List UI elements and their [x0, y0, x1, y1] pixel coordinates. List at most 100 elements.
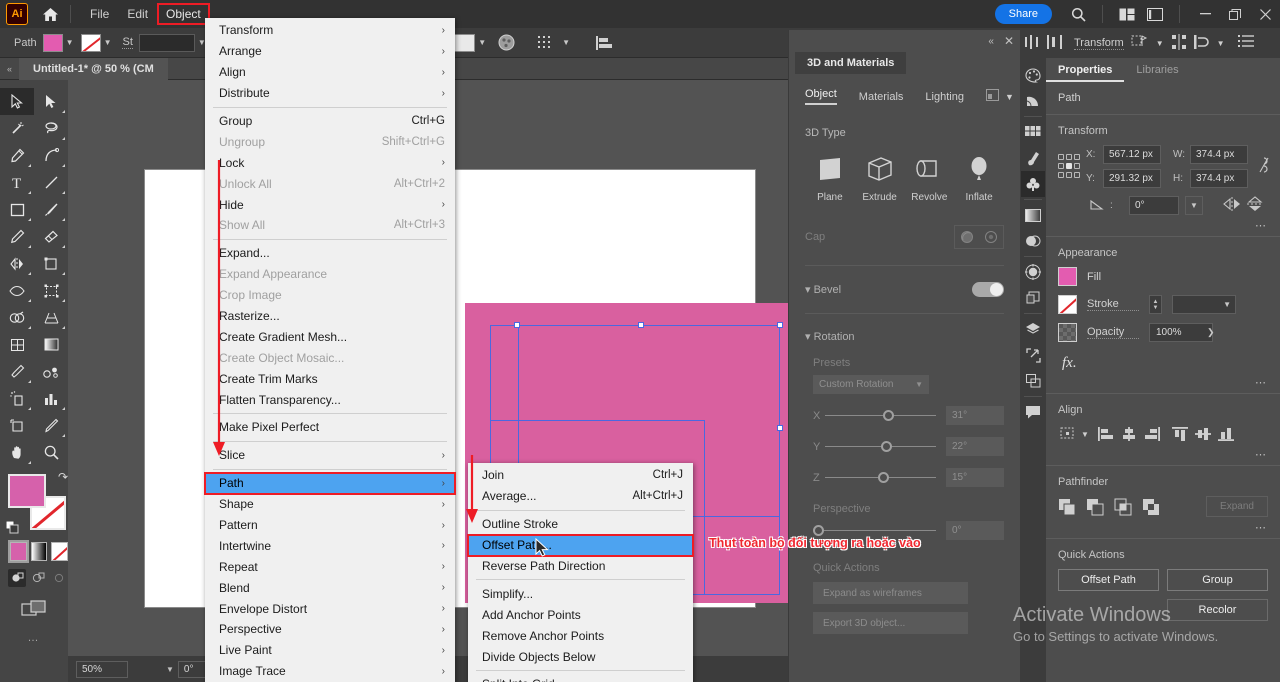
align-icon[interactable] [591, 36, 617, 50]
magic-wand-tool[interactable] [0, 115, 34, 142]
arrange-chevron-down-icon[interactable]: ▼ [1217, 39, 1225, 48]
pencil-tool[interactable] [0, 223, 34, 250]
object-menu-item-create-trim-marks[interactable]: Create Trim Marks [205, 368, 455, 389]
fx-button[interactable]: fx. [1058, 351, 1268, 372]
perspective-slider[interactable] [813, 530, 936, 531]
artboards-panel-icon[interactable] [1021, 368, 1045, 394]
object-menu-item-make-pixel-perfect[interactable]: Make Pixel Perfect [205, 417, 455, 438]
panel-menu-chevron-down-icon[interactable]: ▼ [1005, 92, 1014, 102]
rotation-z-value[interactable]: 15° [946, 468, 1004, 487]
y-field[interactable]: 291.32 px [1103, 169, 1161, 188]
layers-panel-icon[interactable] [1021, 316, 1045, 342]
subtab-object[interactable]: Object [805, 88, 837, 105]
perspective-value[interactable]: 0° [946, 521, 1004, 540]
tab-libraries[interactable]: Libraries [1124, 58, 1190, 82]
align-center-vertical-icon[interactable] [1193, 424, 1213, 444]
x-field[interactable]: 567.12 px [1103, 145, 1161, 164]
blend-tool[interactable] [34, 358, 68, 385]
selection-tool[interactable] [0, 88, 34, 115]
document-tab[interactable]: Untitled-1* @ 50 % (CM [19, 58, 168, 80]
path-submenu-item-reverse-path-direction[interactable]: Reverse Path Direction [468, 556, 693, 577]
graphic-style-swatch[interactable] [453, 34, 475, 52]
object-menu-item-path[interactable]: Path› [205, 473, 455, 494]
rotation-row[interactable]: ▾ Rotation [805, 330, 1004, 343]
type-tool[interactable]: T [0, 169, 34, 196]
transform-more-options-icon[interactable]: ⋯ [1058, 215, 1268, 232]
draw-inside-icon[interactable] [50, 569, 68, 587]
object-menu-item-distribute[interactable]: Distribute› [205, 83, 455, 104]
opacity-row[interactable]: Opacity 100% ❯ [1058, 323, 1268, 342]
arrange-documents-icon[interactable] [1113, 0, 1141, 28]
draw-normal-icon[interactable] [8, 569, 26, 587]
object-menu-item-rasterize[interactable]: Rasterize... [205, 306, 455, 327]
path-submenu-item-add-anchor-points[interactable]: Add Anchor Points [468, 604, 693, 625]
transform-each-icon[interactable] [1131, 34, 1149, 52]
object-menu-item-group[interactable]: GroupCtrl+G [205, 111, 455, 132]
transform-chevron-down-icon[interactable]: ▼ [1156, 39, 1164, 48]
opacity-value-field[interactable]: 100% [1149, 323, 1213, 342]
color-fill-button[interactable] [10, 542, 27, 561]
path-submenu-dropdown[interactable]: JoinCtrl+JAverage...Alt+Ctrl+JOutline St… [468, 463, 693, 682]
object-menu-item-lock[interactable]: Lock› [205, 152, 455, 173]
transparency-panel-icon[interactable] [1021, 228, 1045, 254]
free-transform-tool[interactable] [34, 277, 68, 304]
3d-materials-tab[interactable]: 3D and Materials [795, 52, 906, 74]
path-submenu-item-outline-stroke[interactable]: Outline Stroke [468, 514, 693, 535]
stroke-row[interactable]: Stroke ▲▼ ▼ [1058, 295, 1268, 314]
brushes-panel-icon[interactable] [1021, 145, 1045, 171]
angle-field[interactable]: 0° [1129, 196, 1179, 215]
mesh-tool[interactable] [0, 331, 34, 358]
rotation-presets-select[interactable]: Custom Rotation ▼ [813, 375, 929, 394]
share-button[interactable]: Share [995, 4, 1052, 24]
fill-and-stroke-controls[interactable]: ↷ [8, 474, 68, 532]
rotation-x-value[interactable]: 31° [946, 406, 1004, 425]
object-menu-item-flatten-transparency[interactable]: Flatten Transparency... [205, 389, 455, 410]
workspace-switcher-icon[interactable] [1141, 0, 1169, 28]
pathfinder-exclude-icon[interactable] [1142, 498, 1160, 516]
select-similar-chevron-down-icon[interactable]: ▼ [562, 38, 570, 47]
bevel-toggle[interactable] [972, 282, 1004, 297]
rotation-y-value[interactable]: 22° [946, 437, 1004, 456]
object-menu-item-repeat[interactable]: Repeat› [205, 556, 455, 577]
path-submenu-item-split-into-grid[interactable]: Split Into Grid... [468, 674, 693, 682]
lock-proportions-icon[interactable] [1258, 156, 1270, 177]
object-menu-item-align[interactable]: Align› [205, 62, 455, 83]
export-3d-object-button[interactable]: Export 3D object... [813, 612, 968, 634]
rectangle-tool[interactable] [0, 196, 34, 223]
search-icon[interactable] [1064, 0, 1092, 28]
toolbar-collapse-icon[interactable]: « [0, 64, 19, 74]
render-preview-icon[interactable] [986, 89, 999, 104]
expand-button[interactable]: Expand [1206, 496, 1268, 517]
shape-builder-tool[interactable] [0, 304, 34, 331]
gradient-panel-icon[interactable] [1021, 202, 1045, 228]
stroke-swatch[interactable] [1058, 295, 1077, 314]
menu-edit[interactable]: Edit [118, 3, 157, 25]
align-more-options-icon[interactable]: ⋯ [1058, 444, 1268, 461]
select-similar-icon[interactable] [533, 36, 559, 49]
selection-handle-top-mid[interactable] [638, 322, 644, 328]
reference-point-selector[interactable] [1058, 154, 1080, 180]
zoom-chevron-down-icon[interactable]: ▼ [128, 665, 174, 674]
recolor-artwork-icon[interactable] [493, 34, 519, 51]
close-button[interactable] [1250, 0, 1280, 28]
group-arrange-icon[interactable] [1194, 34, 1210, 53]
rotate-tool[interactable] [0, 250, 34, 277]
pen-tool[interactable] [0, 142, 34, 169]
gradient-fill-button[interactable] [31, 542, 48, 561]
rotation-z-row[interactable]: Z 15° [813, 468, 1004, 487]
appearance-panel-icon[interactable] [1021, 259, 1045, 285]
object-menu-item-live-paint[interactable]: Live Paint› [205, 640, 455, 661]
color-panel-icon[interactable] [1021, 62, 1045, 88]
subtab-lighting[interactable]: Lighting [925, 91, 964, 103]
distribute-objects-icon[interactable] [1047, 34, 1063, 53]
path-submenu-item-offset-path[interactable]: Offset Path... [468, 535, 693, 556]
screen-mode-button[interactable] [0, 599, 68, 618]
color-guide-panel-icon[interactable] [1021, 88, 1045, 114]
object-menu-item-hide[interactable]: Hide› [205, 194, 455, 215]
path-submenu-item-join[interactable]: JoinCtrl+J [468, 465, 693, 486]
h-field[interactable]: 374.4 px [1190, 169, 1248, 188]
panel-close-icon[interactable]: ✕ [1004, 34, 1014, 48]
stroke-weight-stepper[interactable]: ▲▼ [1149, 295, 1162, 314]
align-center-horizontal-icon[interactable] [1119, 424, 1139, 444]
pathfinder-minus-front-icon[interactable] [1086, 498, 1104, 516]
